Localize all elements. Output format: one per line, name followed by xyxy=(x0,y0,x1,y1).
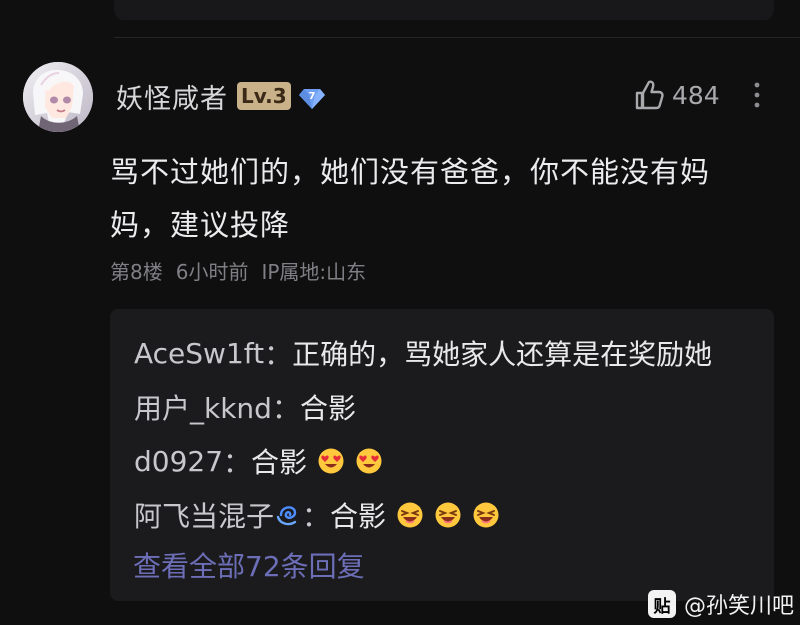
comment-separator xyxy=(114,37,800,38)
reply-author[interactable]: d0927 xyxy=(134,445,223,478)
reply-preview-box[interactable]: AceSw1ft ： 正确的，骂她家人还算是在奖励她 用户_kknd ： 合影 … xyxy=(110,309,774,601)
watermark-text: @孙笑川吧 xyxy=(684,594,795,619)
watermark: 贴 @孙笑川吧 xyxy=(648,588,794,620)
comment-body: 骂不过她们的，她们没有爸爸，你不能没有妈妈，建议投降 xyxy=(110,155,711,242)
laughing-emoji xyxy=(435,502,461,528)
anime-avatar-icon xyxy=(23,62,93,132)
comment-header: 妖怪咸者 Lv.3 7 xyxy=(116,74,327,118)
more-vertical-icon[interactable] xyxy=(747,78,767,112)
reply-author[interactable]: 用户_kknd xyxy=(134,387,272,427)
reply-separator: ： xyxy=(264,338,293,371)
reply-item[interactable]: d0927 ： 合影 xyxy=(134,441,383,481)
reply-item[interactable]: 用户_kknd ： 合影 xyxy=(134,387,356,427)
floor-number: 第8楼 xyxy=(110,260,163,284)
reply-author[interactable]: 阿飞当混子 xyxy=(134,495,274,535)
like-count: 484 xyxy=(672,80,720,110)
like-button[interactable]: 484 xyxy=(632,77,720,113)
reply-text: 合影 xyxy=(251,446,308,479)
heart-eyes-emoji xyxy=(318,448,344,474)
laughing-emoji xyxy=(397,502,423,528)
user-avatar[interactable] xyxy=(23,62,93,132)
reply-text: 合影 xyxy=(330,500,387,533)
reply-item[interactable]: 阿飞当混子 ： 合影 xyxy=(134,495,500,535)
ip-location: IP属地:山东 xyxy=(261,260,367,284)
diamond-badge-number: 7 xyxy=(308,91,315,102)
diamond-badge-icon: 7 xyxy=(298,89,325,109)
reply-item[interactable]: AceSw1ft ： 正确的，骂她家人还算是在奖励她 xyxy=(134,333,712,373)
view-all-replies-link[interactable]: 查看全部72条回复 xyxy=(133,545,365,585)
reply-text: 合影 xyxy=(299,392,356,425)
previous-comment-card-edge xyxy=(114,0,774,20)
username[interactable]: 妖怪咸者 xyxy=(116,77,228,116)
reply-separator: ： xyxy=(302,500,331,533)
comment-page: 妖怪咸者 Lv.3 7 484 骂不过她们的，她们没有爸爸，你不能没有妈妈，建议… xyxy=(0,0,800,625)
tieba-logo-icon: 贴 xyxy=(648,590,676,618)
thumbs-up-icon xyxy=(635,80,664,110)
cyclone-emoji xyxy=(276,506,297,526)
reply-separator: ： xyxy=(271,392,300,425)
level-badge: Lv.3 xyxy=(237,82,291,110)
laughing-emoji xyxy=(473,502,499,528)
reply-separator: ： xyxy=(223,446,252,479)
comment-time: 6小时前 xyxy=(175,260,249,284)
heart-eyes-emoji xyxy=(356,448,382,474)
reply-text: 正确的，骂她家人还算是在奖励她 xyxy=(292,338,713,371)
reply-author[interactable]: AceSw1ft xyxy=(134,337,264,370)
comment-meta: 第8楼 6小时前 IP属地:山东 xyxy=(110,256,366,285)
